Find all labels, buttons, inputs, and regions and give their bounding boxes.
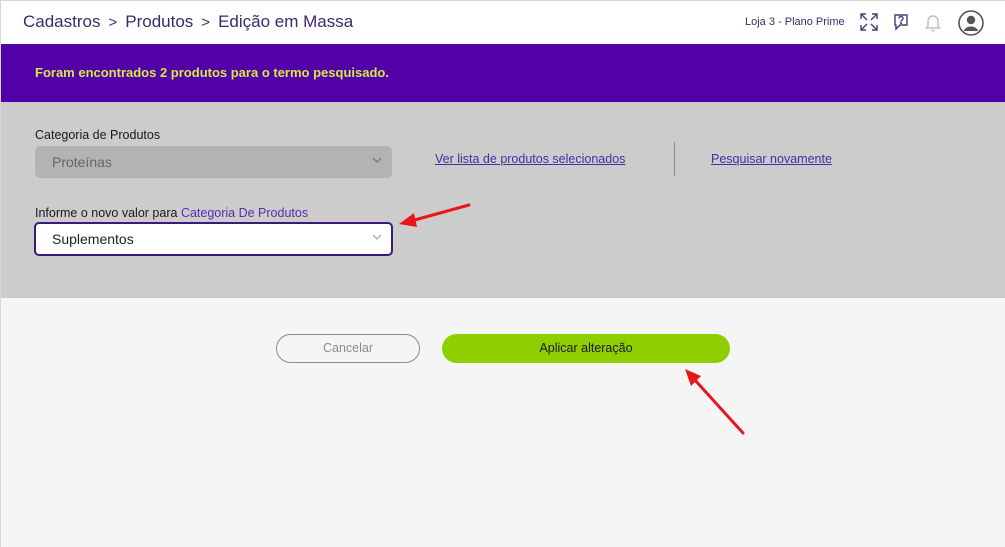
breadcrumb-separator: > (108, 13, 118, 31)
chevron-down-icon (372, 157, 382, 163)
category-label: Categoria de Produtos (35, 128, 161, 142)
breadcrumb-item-produtos[interactable]: Produtos (125, 12, 193, 32)
new-category-select[interactable]: Suplementos (34, 222, 393, 256)
expand-icon[interactable] (858, 11, 880, 38)
category-select-disabled: Proteínas (35, 146, 392, 178)
new-value-label: Informe o novo valor para Categoria De P… (35, 206, 308, 220)
annotation-arrow-apply (685, 369, 745, 435)
breadcrumb-item-current: Edição em Massa (218, 12, 354, 31)
breadcrumb: Cadastros > Produtos > Edição em Massa (23, 12, 353, 32)
store-plan-label[interactable]: Loja 3 - Plano Prime (745, 16, 845, 28)
new-category-select-value: Suplementos (52, 231, 134, 247)
view-selected-products-link[interactable]: Ver lista de produtos selecionados (435, 152, 625, 166)
results-banner: Foram encontrados 2 produtos para o term… (1, 44, 1005, 102)
category-select-value: Proteínas (52, 154, 112, 170)
apply-change-button[interactable]: Aplicar alteração (442, 334, 730, 363)
help-chat-icon[interactable] (890, 11, 912, 38)
top-bar: Cadastros > Produtos > Edição em Massa L… (1, 1, 1005, 44)
breadcrumb-item-cadastros[interactable]: Cadastros (23, 12, 100, 32)
search-again-link[interactable]: Pesquisar novamente (711, 152, 832, 166)
breadcrumb-separator: > (201, 13, 211, 31)
user-avatar-icon[interactable] (958, 10, 984, 41)
new-value-label-prefix: Informe o novo valor para (35, 206, 178, 220)
new-value-label-field: Categoria De Produtos (180, 206, 309, 220)
bell-icon[interactable] (922, 11, 944, 38)
divider (674, 142, 675, 176)
results-message: Foram encontrados 2 produtos para o term… (35, 65, 389, 80)
cancel-button[interactable]: Cancelar (276, 334, 420, 363)
chevron-down-icon (372, 234, 382, 240)
